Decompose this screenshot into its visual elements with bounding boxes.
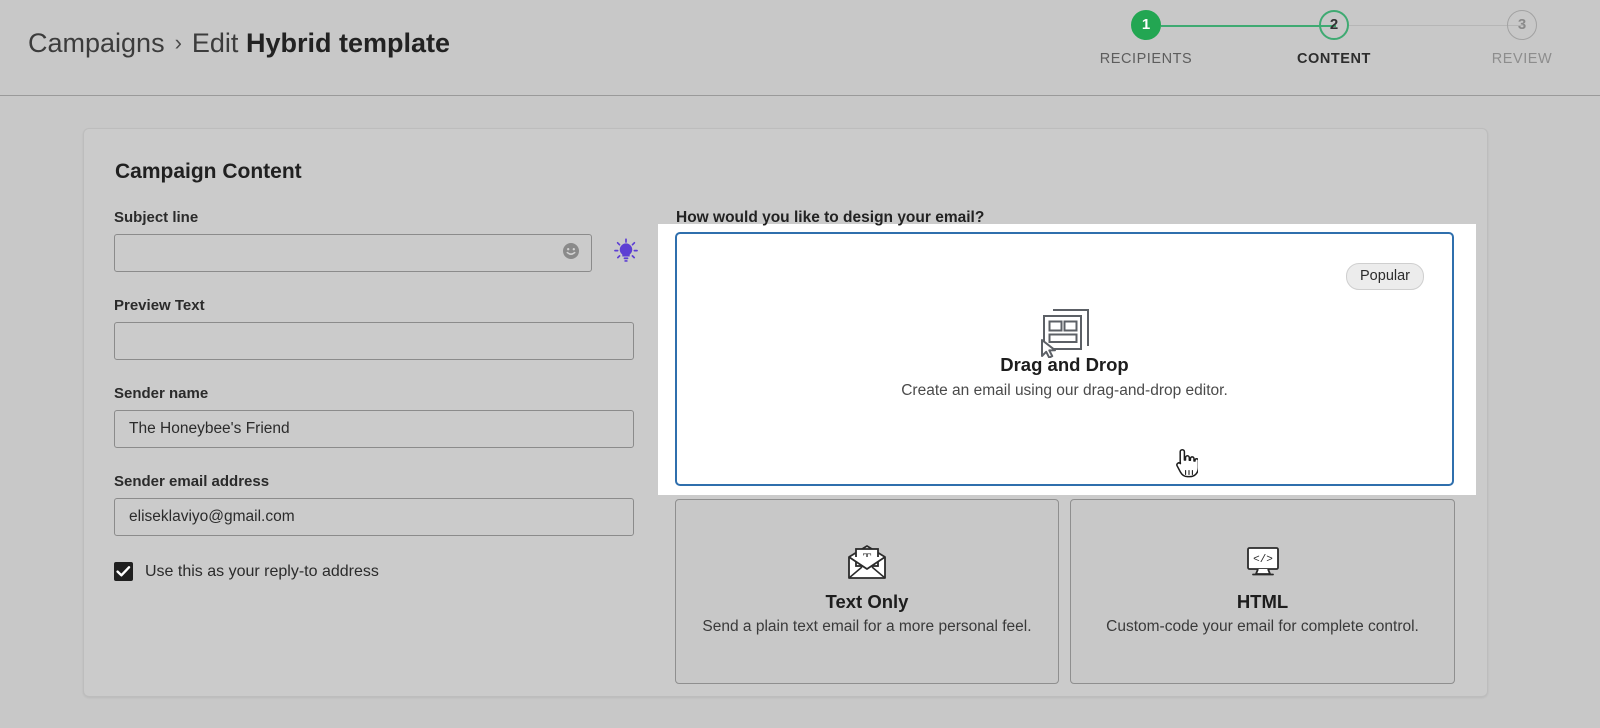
stepper-circle-2: 2 — [1319, 10, 1349, 40]
design-option-text-only[interactable]: T Text Only Send a plain text email for … — [675, 499, 1059, 684]
html-card-content: </> HTML Custom-code your email for comp… — [1071, 543, 1454, 636]
layout-cursor-icon — [677, 306, 1452, 342]
text-only-card-content: T Text Only Send a plain text email for … — [676, 543, 1058, 636]
breadcrumb-separator-icon: › — [175, 30, 182, 55]
drag-and-drop-description: Create an email using our drag-and-drop … — [677, 381, 1452, 400]
sender-name-label: Sender name — [114, 385, 636, 402]
drag-and-drop-card-content: Drag and Drop Create an email using our … — [677, 306, 1452, 400]
sender-email-input[interactable] — [114, 498, 634, 536]
preview-text-field: Preview Text — [114, 297, 636, 360]
popular-badge: Popular — [1346, 263, 1424, 290]
reply-to-checkbox-row[interactable]: Use this as your reply-to address — [114, 562, 636, 581]
breadcrumb-template-name: Hybrid template — [246, 28, 450, 58]
stepper-step-content[interactable]: 2 CONTENT — [1274, 10, 1394, 67]
reply-to-checkbox[interactable] — [114, 562, 133, 581]
stepper-label-recipients: RECIPIENTS — [1086, 51, 1206, 67]
page-header: Campaigns › Edit Hybrid template 1 RECIPIE… — [0, 0, 1600, 96]
text-only-description: Send a plain text email for a more perso… — [676, 617, 1058, 636]
stepper-circle-3: 3 — [1507, 10, 1537, 40]
drag-and-drop-title: Drag and Drop — [677, 354, 1452, 376]
open-envelope-text-icon: T — [676, 543, 1058, 579]
sender-email-field: Sender email address — [114, 473, 636, 536]
sender-name-field: Sender name — [114, 385, 636, 448]
sender-email-label: Sender email address — [114, 473, 636, 490]
sender-name-input[interactable] — [114, 410, 634, 448]
text-only-title: Text Only — [676, 591, 1058, 613]
checkmark-icon — [116, 565, 131, 578]
progress-stepper: 1 RECIPIENTS 2 CONTENT 3 REVIEW — [1046, 10, 1546, 86]
design-question-label: How would you like to design your email? — [676, 209, 1466, 227]
design-options-section: How would you like to design your email? — [676, 209, 1466, 227]
subject-line-label: Subject line — [114, 209, 636, 226]
stepper-step-recipients[interactable]: 1 RECIPIENTS — [1086, 10, 1206, 67]
design-option-html[interactable]: </> HTML Custom-code your email for comp… — [1070, 499, 1455, 684]
html-title: HTML — [1071, 591, 1454, 613]
campaign-details-form: Subject line — [114, 209, 636, 581]
smiley-face-icon[interactable] — [562, 242, 580, 260]
lightbulb-icon[interactable] — [612, 237, 640, 265]
breadcrumb-link-campaigns[interactable]: Campaigns — [28, 28, 165, 58]
subject-line-input[interactable] — [114, 234, 592, 272]
breadcrumb-action: Edit — [192, 28, 239, 58]
page-title: Campaign Content — [115, 160, 302, 184]
preview-text-label: Preview Text — [114, 297, 636, 314]
pointing-hand-cursor — [1172, 446, 1198, 478]
preview-text-input[interactable] — [114, 322, 634, 360]
breadcrumb: Campaigns › Edit Hybrid template — [28, 24, 450, 64]
stepper-circle-1: 1 — [1131, 10, 1161, 40]
html-description: Custom-code your email for complete cont… — [1071, 617, 1454, 636]
stepper-step-review[interactable]: 3 REVIEW — [1462, 10, 1582, 67]
stepper-label-content: CONTENT — [1274, 51, 1394, 67]
design-option-drag-and-drop[interactable]: Popular Drag and Drop Create an email us… — [675, 232, 1454, 486]
code-monitor-icon: </> — [1071, 543, 1454, 579]
stepper-label-review: REVIEW — [1462, 51, 1582, 67]
reply-to-label: Use this as your reply-to address — [145, 563, 379, 581]
subject-line-field: Subject line — [114, 209, 636, 272]
svg-text:</>: </> — [1253, 554, 1273, 566]
